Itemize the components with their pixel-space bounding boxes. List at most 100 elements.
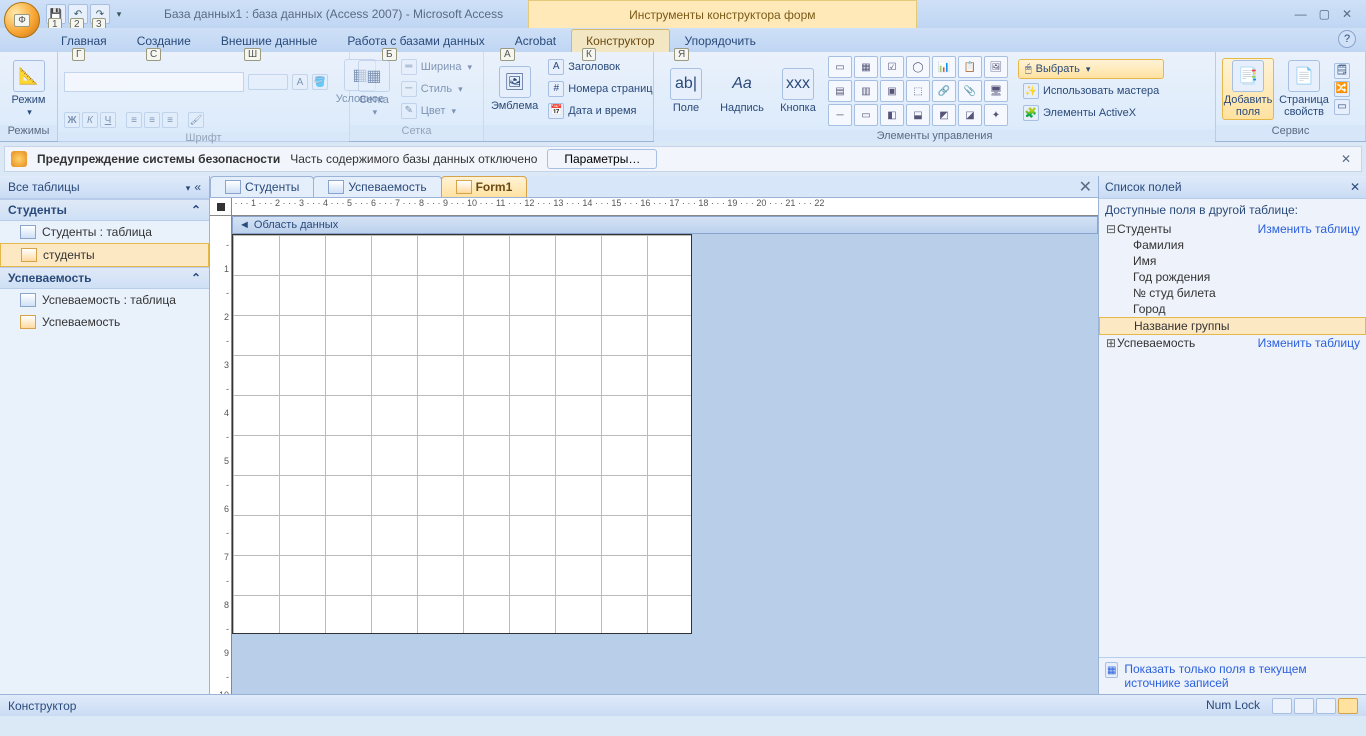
- code-button[interactable]: 🗒: [1334, 63, 1350, 79]
- qat-save-button[interactable]: 💾1: [46, 4, 66, 24]
- office-button[interactable]: Ф: [4, 2, 40, 38]
- font-size-combo[interactable]: [248, 74, 288, 90]
- edit-table-link[interactable]: Изменить таблицу: [1258, 222, 1360, 236]
- doctab-students[interactable]: Студенты: [210, 176, 314, 197]
- activex-button[interactable]: 🧩Элементы ActiveX: [1018, 103, 1164, 123]
- help-button[interactable]: ?: [1338, 30, 1356, 48]
- align-left-button[interactable]: ≡: [126, 112, 142, 128]
- underline-button[interactable]: Ч: [100, 112, 116, 128]
- nav-item-students-table[interactable]: Студенты : таблица: [0, 221, 209, 243]
- add-fields-button[interactable]: 📑Добавить поля: [1222, 58, 1274, 120]
- font-family-combo[interactable]: [64, 72, 244, 92]
- nav-header[interactable]: Все таблицы «: [0, 176, 209, 199]
- control-item[interactable]: 📎: [958, 80, 982, 102]
- control-item[interactable]: 🖼: [984, 56, 1008, 78]
- form-design-surface[interactable]: · · · 1 · · · 2 · · · 3 · · · 4 · · · 5 …: [210, 198, 1098, 694]
- page-numbers-button[interactable]: #Номера страниц: [543, 79, 657, 99]
- doctab-close-button[interactable]: ✕: [1073, 177, 1098, 197]
- control-item[interactable]: ◧: [880, 104, 904, 126]
- grid-style-button[interactable]: ─Стиль: [396, 79, 477, 99]
- font-color-button[interactable]: A: [292, 74, 308, 90]
- expand-icon[interactable]: ⊞: [1105, 336, 1117, 350]
- fill-color-button[interactable]: 🪣: [312, 74, 328, 90]
- align-right-button[interactable]: ≡: [162, 112, 178, 128]
- field-group-name[interactable]: Название группы: [1099, 317, 1366, 335]
- view-layout-button[interactable]: [1316, 698, 1336, 714]
- nav-item-grades-table[interactable]: Успеваемость : таблица: [0, 289, 209, 311]
- nav-filter-dropdown[interactable]: [184, 180, 191, 194]
- control-item[interactable]: ◩: [932, 104, 956, 126]
- format-painter-button[interactable]: 🖌: [188, 112, 204, 128]
- security-options-button[interactable]: Параметры…: [547, 149, 657, 169]
- align-center-button[interactable]: ≡: [144, 112, 160, 128]
- subform-button[interactable]: ▭: [1334, 99, 1350, 115]
- tab-external-data[interactable]: Внешние данные: [206, 29, 333, 52]
- label-control-button[interactable]: AaНадпись: [716, 60, 768, 122]
- form-detail-section[interactable]: [232, 234, 692, 634]
- use-wizards-toggle[interactable]: ✨Использовать мастера: [1018, 81, 1164, 101]
- detail-section-header[interactable]: ◄Область данных: [232, 216, 1098, 234]
- collapse-icon[interactable]: ⊟: [1105, 222, 1117, 236]
- control-item[interactable]: 📊: [932, 56, 956, 78]
- field-lastname[interactable]: Фамилия: [1099, 237, 1366, 253]
- nav-item-grades-form[interactable]: Успеваемость: [0, 311, 209, 333]
- minimize-button[interactable]: —: [1295, 7, 1307, 21]
- nav-group-students[interactable]: Студенты⌃: [0, 199, 209, 221]
- field-list-close-button[interactable]: ✕: [1350, 180, 1360, 194]
- grid-width-button[interactable]: ═Ширина: [396, 57, 477, 77]
- field-birthyear[interactable]: Год рождения: [1099, 269, 1366, 285]
- control-item[interactable]: ▥: [854, 80, 878, 102]
- view-design-button[interactable]: [1338, 698, 1358, 714]
- grid-color-button[interactable]: ✎Цвет: [396, 101, 477, 121]
- tab-database-tools[interactable]: Работа с базами данных: [332, 29, 499, 52]
- field-firstname[interactable]: Имя: [1099, 253, 1366, 269]
- edit-table-link[interactable]: Изменить таблицу: [1258, 336, 1360, 350]
- control-item[interactable]: 🔗: [932, 80, 956, 102]
- field-student-id[interactable]: № студ билета: [1099, 285, 1366, 301]
- control-item[interactable]: ─: [828, 104, 852, 126]
- tab-order-button[interactable]: 🔀: [1334, 81, 1350, 97]
- doctab-grades[interactable]: Успеваемость: [313, 176, 441, 197]
- control-item[interactable]: ▣: [880, 80, 904, 102]
- nav-collapse-button[interactable]: «: [194, 180, 201, 194]
- view-datasheet-button[interactable]: [1294, 698, 1314, 714]
- gridlines-button[interactable]: ▦Сетка: [356, 58, 392, 120]
- field-table-grades[interactable]: ⊞УспеваемостьИзменить таблицу: [1099, 335, 1366, 351]
- control-item[interactable]: ▭: [828, 56, 852, 78]
- textbox-control-button[interactable]: ab|Поле: [660, 60, 712, 122]
- control-item[interactable]: ◪: [958, 104, 982, 126]
- security-close-button[interactable]: ✕: [1337, 152, 1355, 166]
- horizontal-ruler[interactable]: · · · 1 · · · 2 · · · 3 · · · 4 · · · 5 …: [232, 198, 1098, 216]
- control-item[interactable]: 🖥: [984, 80, 1008, 102]
- close-button[interactable]: ✕: [1342, 7, 1352, 21]
- control-item[interactable]: ▦: [854, 56, 878, 78]
- button-control-button[interactable]: xxxКнопка: [772, 60, 824, 122]
- title-button[interactable]: AЗаголовок: [543, 57, 657, 77]
- control-item[interactable]: ▤: [828, 80, 852, 102]
- qat-redo-button[interactable]: ↷3: [90, 4, 110, 24]
- property-sheet-button[interactable]: 📄Страница свойств: [1278, 58, 1330, 120]
- control-item[interactable]: ◯: [906, 56, 930, 78]
- qat-customize-button[interactable]: [112, 4, 124, 24]
- view-mode-button[interactable]: 📐Режим: [6, 58, 51, 120]
- controls-gallery[interactable]: ▭▦☑◯📊📋🖼 ▤▥▣⬚🔗📎🖥 ─▭◧⬓◩◪✦: [828, 56, 1008, 126]
- tab-create[interactable]: Создание: [122, 29, 206, 52]
- nav-group-grades[interactable]: Успеваемость⌃: [0, 267, 209, 289]
- show-current-source-link[interactable]: Показать только поля в текущем источнике…: [1124, 662, 1360, 690]
- italic-button[interactable]: К: [82, 112, 98, 128]
- control-item[interactable]: ☑: [880, 56, 904, 78]
- date-time-button[interactable]: 📅Дата и время: [543, 101, 657, 121]
- vertical-ruler[interactable]: - 1 - 2 - 3 - 4 - 5 - 6 - 7 - 8 - 9 - 10: [210, 216, 232, 694]
- doctab-form1[interactable]: Form1: [441, 176, 528, 197]
- form-selector[interactable]: [210, 198, 232, 216]
- logo-button[interactable]: 🖼Эмблема: [490, 58, 539, 120]
- nav-item-students-form[interactable]: студенты: [0, 243, 209, 267]
- maximize-button[interactable]: ▢: [1319, 7, 1330, 21]
- field-city[interactable]: Город: [1099, 301, 1366, 317]
- control-item[interactable]: ▭: [854, 104, 878, 126]
- select-button[interactable]: 🖱Выбрать: [1018, 59, 1164, 79]
- view-form-button[interactable]: [1272, 698, 1292, 714]
- control-item[interactable]: 📋: [958, 56, 982, 78]
- control-item[interactable]: ⬓: [906, 104, 930, 126]
- qat-undo-button[interactable]: ↶2: [68, 4, 88, 24]
